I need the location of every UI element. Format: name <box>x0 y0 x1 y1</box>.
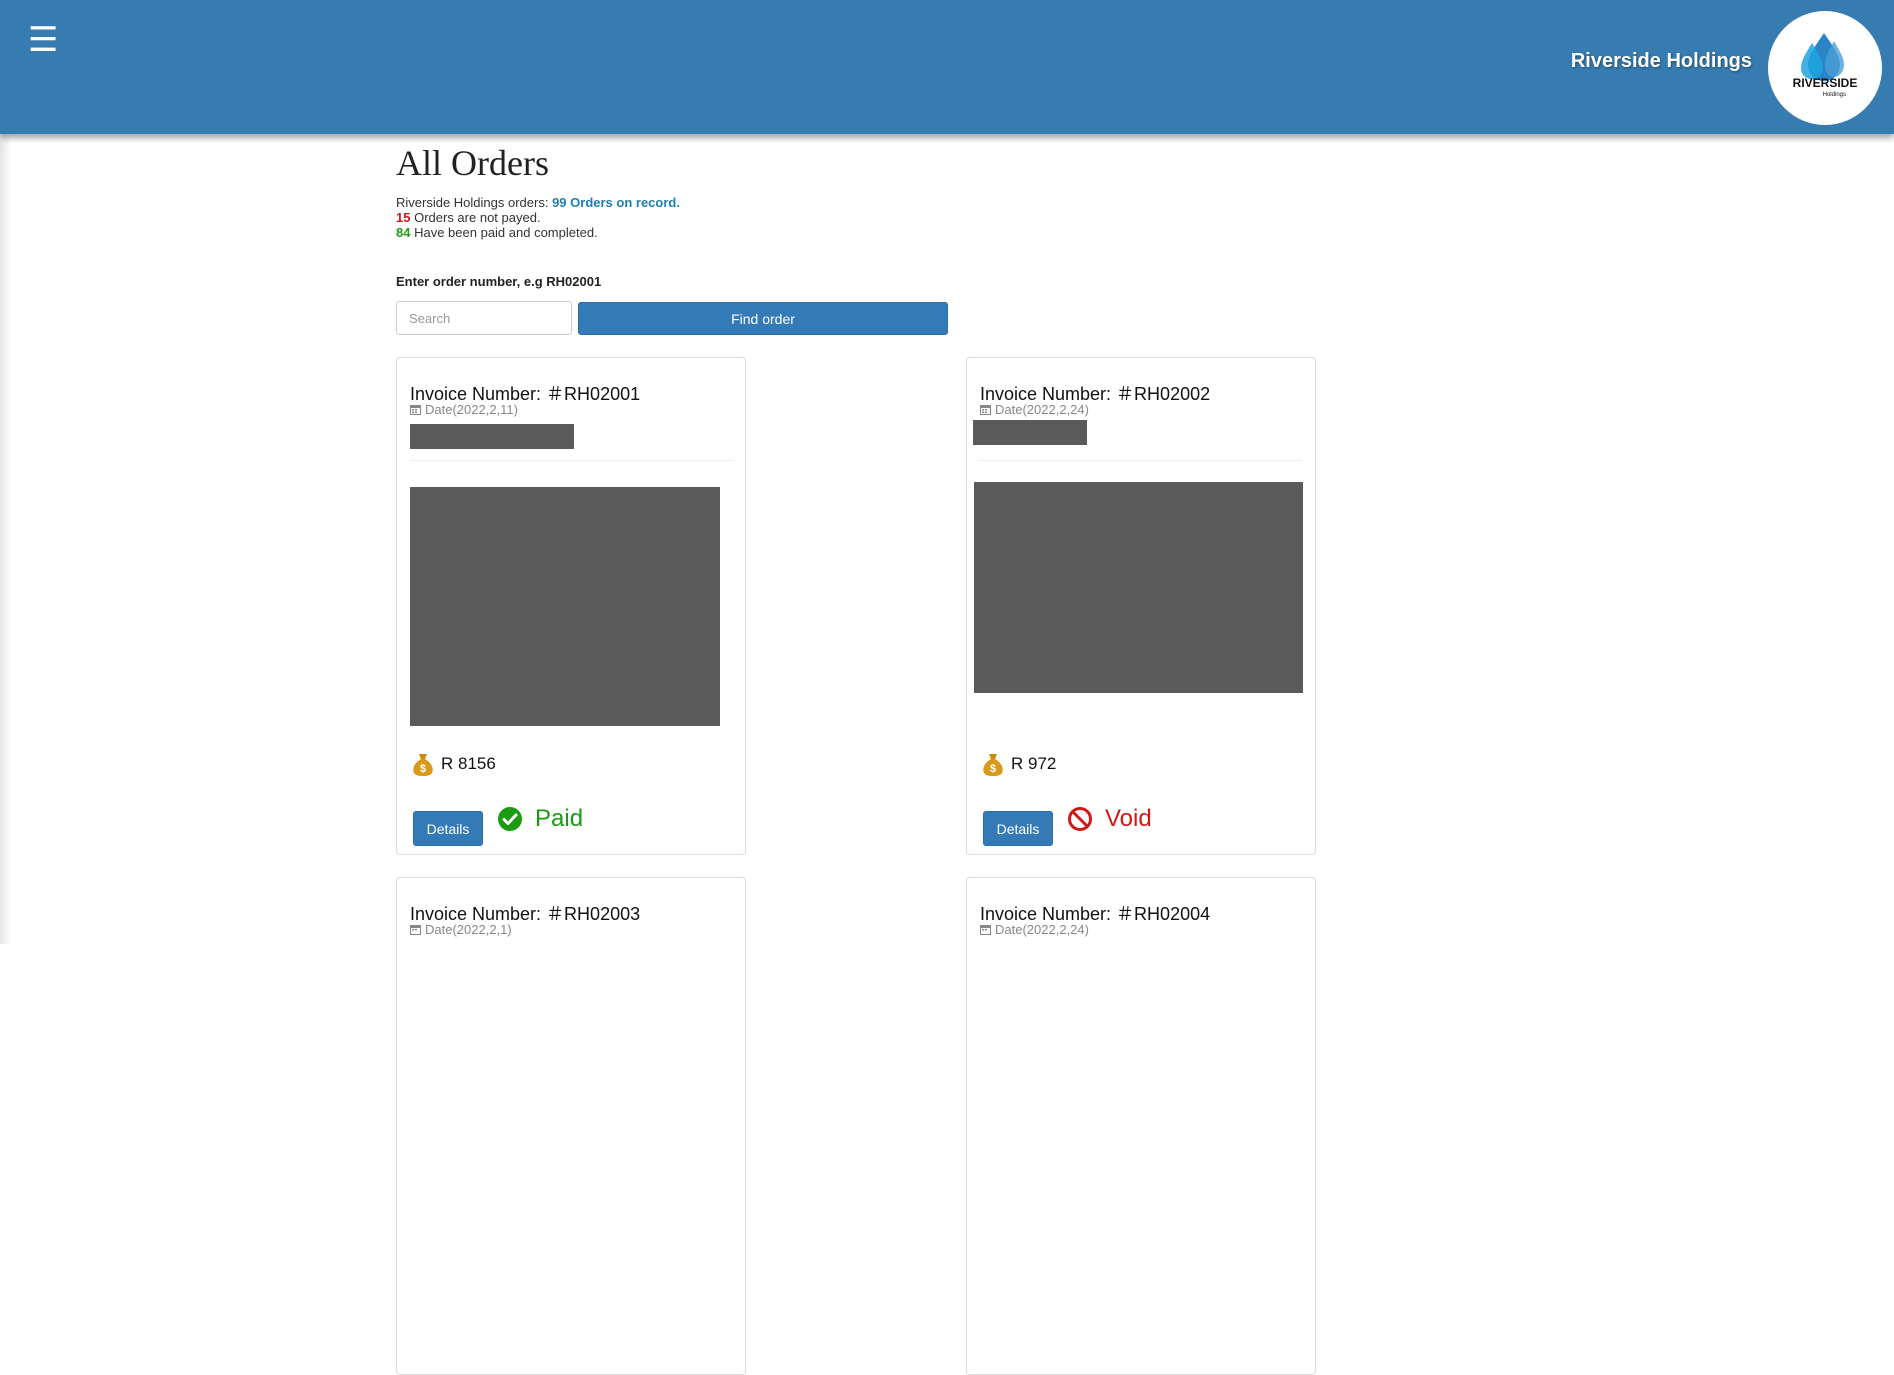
paid-text: Have been paid and completed. <box>414 225 598 240</box>
logo-subtext: Holdings <box>1823 92 1846 98</box>
top-navigation-bar: ☰ Riverside Holdings RIVERSIDE Holdings <box>0 0 1894 134</box>
orders-summary: Riverside Holdings orders: 99 Orders on … <box>396 195 680 240</box>
calendar-icon <box>980 405 991 415</box>
find-order-button[interactable]: Find order <box>578 302 948 335</box>
summary-total-prefix: Riverside Holdings orders: <box>396 195 549 210</box>
redacted-image <box>974 482 1303 693</box>
order-amount-value: R 8156 <box>441 754 496 773</box>
details-button[interactable]: Details <box>983 811 1053 846</box>
invoice-date: Date(2022,2,24) <box>980 922 1089 937</box>
page-title: All Orders <box>396 143 549 183</box>
order-card: Invoice Number: ＃RH02002 Date(2022,2,24)… <box>966 357 1316 855</box>
svg-text:$: $ <box>990 763 996 775</box>
invoice-date: Date(2022,2,11) <box>410 402 518 417</box>
prohibited-icon <box>1068 807 1092 831</box>
money-bag-icon: $ <box>983 754 1003 776</box>
order-card: Invoice Number: ＃RH02001 Date(2022,2,11)… <box>396 357 746 855</box>
hamburger-menu-icon[interactable]: ☰ <box>28 23 58 57</box>
invoice-date: Date(2022,2,24) <box>980 402 1089 417</box>
invoice-date-text: Date(2022,2,24) <box>995 922 1089 937</box>
page-left-shadow <box>0 0 12 944</box>
water-drop-logo-icon: RIVERSIDE Holdings <box>1793 33 1858 98</box>
order-amount: $ R 972 <box>980 751 1056 777</box>
redacted-field <box>410 424 574 449</box>
invoice-date: Date(2022,2,1) <box>410 922 512 937</box>
status-badge: Void <box>1067 805 1152 833</box>
summary-line-total: Riverside Holdings orders: 99 Orders on … <box>396 195 680 210</box>
order-amount: $ R 8156 <box>410 751 496 777</box>
redacted-field <box>973 420 1087 445</box>
calendar-icon <box>980 925 991 935</box>
redacted-image <box>410 487 720 726</box>
status-text: Void <box>1105 805 1152 832</box>
card-divider <box>980 460 1302 461</box>
invoice-date-text: Date(2022,2,11) <box>425 402 518 417</box>
order-search-input[interactable] <box>396 301 572 335</box>
invoice-date-text: Date(2022,2,1) <box>425 922 512 937</box>
invoice-date-text: Date(2022,2,24) <box>995 402 1089 417</box>
brand-name[interactable]: Riverside Holdings <box>1571 50 1752 73</box>
details-button[interactable]: Details <box>413 811 483 846</box>
money-bag-icon: $ <box>413 754 433 776</box>
summary-total-count: 99 Orders on record. <box>552 195 680 210</box>
status-badge: Paid <box>497 805 583 833</box>
summary-line-unpaid: 15 Orders are not payed. <box>396 210 680 225</box>
summary-line-paid: 84 Have been paid and completed. <box>396 225 680 240</box>
search-label: Enter order number, e.g RH02001 <box>396 274 602 289</box>
paid-count: 84 <box>396 225 411 240</box>
brand-logo[interactable]: RIVERSIDE Holdings <box>1768 11 1882 125</box>
status-text: Paid <box>535 805 584 832</box>
svg-text:$: $ <box>420 763 426 775</box>
logo-text: RIVERSIDE <box>1793 76 1858 90</box>
check-circle-icon <box>498 807 522 831</box>
order-card: Invoice Number: ＃RH02004 Date(2022,2,24) <box>966 877 1316 1375</box>
card-divider <box>410 460 732 461</box>
unpaid-text: Orders are not payed. <box>414 210 541 225</box>
unpaid-count: 15 <box>396 210 411 225</box>
calendar-icon <box>410 405 421 415</box>
calendar-icon <box>410 925 421 935</box>
order-card: Invoice Number: ＃RH02003 Date(2022,2,1) <box>396 877 746 1375</box>
order-amount-value: R 972 <box>1011 754 1057 773</box>
